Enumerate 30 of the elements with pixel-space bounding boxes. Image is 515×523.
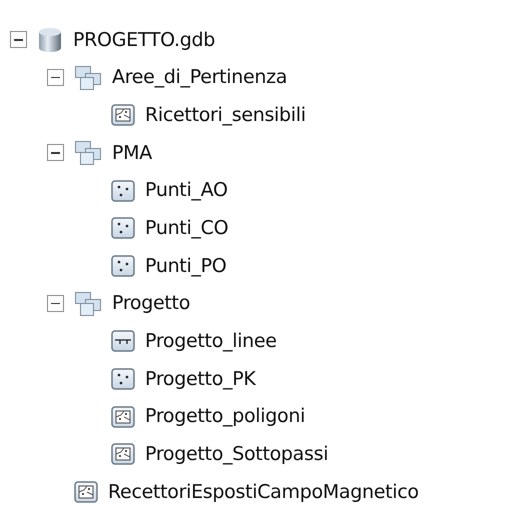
line-feature-icon [111,330,135,352]
feature-dataset-icon [74,140,102,166]
tree-item-label[interactable]: Aree_di_Pertinenza [112,63,288,92]
collapse-button[interactable] [10,31,27,48]
database-icon [37,26,63,53]
tree-item-label[interactable]: Progetto_PK [145,364,256,394]
tree-item-label[interactable]: RecettoriEspostiCampoMagnetico [108,478,419,506]
point-feature-icon [111,368,135,390]
tree-item-label[interactable]: PROGETTO.gdb [73,26,216,54]
point-feature-icon [111,254,135,277]
feature-dataset-icon [74,64,102,91]
feature-dataset-icon [74,290,102,317]
point-feature-icon [111,217,135,240]
collapse-button[interactable] [47,295,64,312]
tree-item-label[interactable]: Ricettori_sensibili [145,100,306,130]
tree-item-label[interactable]: Progetto_Sottopassi [145,440,328,469]
polygon-feature-icon [74,481,98,504]
tree-item-label[interactable]: Punti_AO [145,176,228,205]
collapse-button[interactable] [47,144,64,162]
tree-item-label[interactable]: PMA [112,138,152,168]
collapse-button[interactable] [47,69,64,86]
tree-item-label[interactable]: Punti_CO [145,214,228,243]
tree-item-label[interactable]: Progetto_linee [145,327,277,356]
polygon-feature-icon [111,406,135,428]
polygon-feature-icon [111,104,135,126]
point-feature-icon [111,180,135,202]
polygon-feature-icon [111,443,135,466]
tree-item-label[interactable]: Punti_PO [145,252,226,280]
tree-item-label[interactable]: Progetto_poligoni [145,402,306,431]
tree-item-label[interactable]: Progetto [112,289,190,318]
